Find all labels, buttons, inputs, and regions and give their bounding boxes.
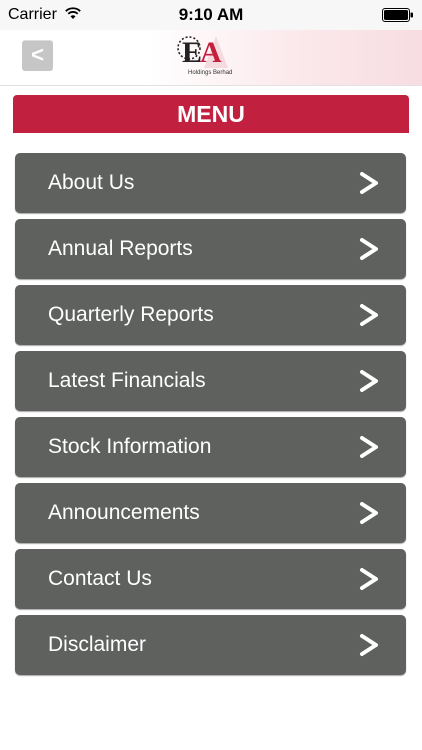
- menu-item-latest-financials[interactable]: Latest Financials: [15, 351, 406, 411]
- status-bar: Carrier 9:10 AM: [0, 0, 422, 30]
- menu-item-label: Contact Us: [48, 567, 152, 590]
- battery-icon: [382, 8, 413, 22]
- menu-item-label: Announcements: [48, 501, 200, 524]
- menu-item-label: Stock Information: [48, 435, 212, 458]
- menu-item-label: Annual Reports: [48, 237, 193, 260]
- chevron-right-icon: [360, 436, 378, 458]
- menu-item-about-us[interactable]: About Us: [15, 153, 406, 213]
- chevron-right-icon: [360, 634, 378, 656]
- chevron-left-icon: <: [31, 42, 44, 67]
- menu-item-label: Latest Financials: [48, 369, 206, 392]
- menu-item-annual-reports[interactable]: Annual Reports: [15, 219, 406, 279]
- menu-item-label: About Us: [48, 171, 135, 194]
- menu-item-contact-us[interactable]: Contact Us: [15, 549, 406, 609]
- chevron-right-icon: [360, 304, 378, 326]
- chevron-right-icon: [360, 502, 378, 524]
- logo-letter-e: E: [182, 36, 202, 69]
- menu-item-disclaimer[interactable]: Disclaimer: [15, 615, 406, 675]
- app-logo: EA Holdings Berhad: [176, 32, 236, 80]
- menu-list: About Us Annual Reports Quarterly Report…: [15, 153, 406, 681]
- status-time: 9:10 AM: [178, 5, 244, 24]
- logo-letters: EA: [182, 36, 222, 70]
- chevron-right-icon: [360, 238, 378, 260]
- chevron-right-icon: [360, 172, 378, 194]
- nav-bar: < EA Holdings Berhad: [0, 30, 422, 86]
- chevron-right-icon: [360, 568, 378, 590]
- menu-item-label: Quarterly Reports: [48, 303, 214, 326]
- menu-title: MENU: [13, 95, 409, 133]
- logo-letter-a: A: [200, 36, 222, 69]
- menu-item-quarterly-reports[interactable]: Quarterly Reports: [15, 285, 406, 345]
- menu-item-label: Disclaimer: [48, 633, 147, 656]
- chevron-right-icon: [360, 370, 378, 392]
- menu-item-stock-information[interactable]: Stock Information: [15, 417, 406, 477]
- back-button[interactable]: <: [22, 40, 53, 71]
- logo-subtitle: Holdings Berhad: [188, 70, 233, 76]
- menu-item-announcements[interactable]: Announcements: [15, 483, 406, 543]
